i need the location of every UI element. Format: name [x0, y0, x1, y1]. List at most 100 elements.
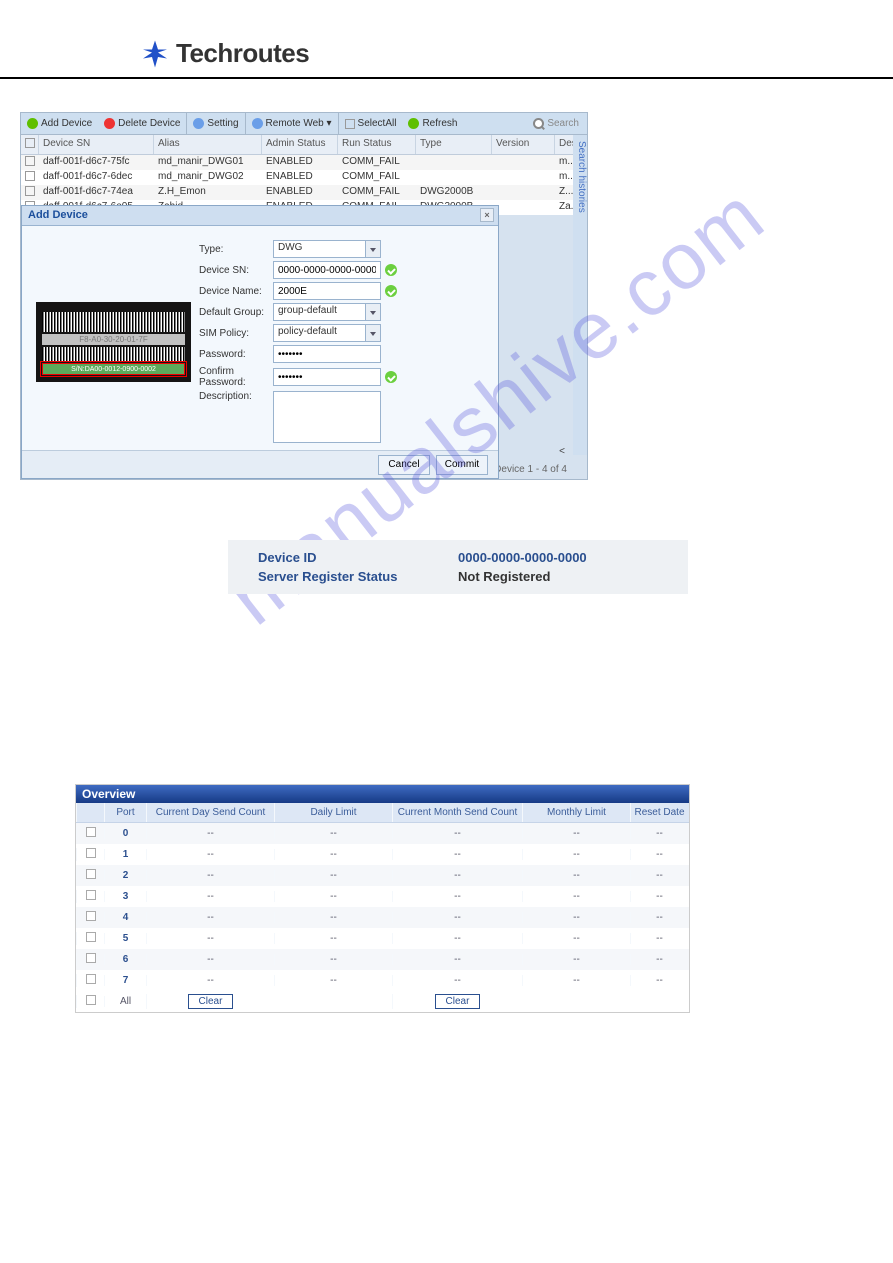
- cell-dlim: --: [274, 870, 392, 881]
- cell-mon: --: [392, 870, 522, 881]
- cell-dlim: --: [274, 912, 392, 923]
- dialog-buttons: Cancel Commit: [22, 450, 498, 478]
- row-checkbox[interactable]: [86, 848, 96, 858]
- cell-day: --: [146, 849, 274, 860]
- row-checkbox[interactable]: [86, 890, 96, 900]
- search-histories-tab[interactable]: Search histories: [573, 135, 587, 455]
- cell-mon: --: [392, 933, 522, 944]
- row-checkbox[interactable]: [25, 156, 35, 166]
- device-manager-window: Add Device Delete Device Setting Remote …: [20, 112, 588, 480]
- col-admin-status[interactable]: Admin Status: [262, 135, 338, 154]
- cell-reset: --: [630, 849, 688, 860]
- cell-dlim: --: [274, 891, 392, 902]
- row-checkbox[interactable]: [86, 869, 96, 879]
- overview-row: 1----------: [76, 844, 689, 865]
- cell-day: --: [146, 954, 274, 965]
- device-label-image: F8-A0-30-20-01-7F S/N:DA00-0012-0900-000…: [36, 302, 191, 382]
- overview-row: 5----------: [76, 928, 689, 949]
- overview-row: 2----------: [76, 865, 689, 886]
- checkbox-icon: [345, 119, 355, 129]
- cell-dlim: --: [274, 975, 392, 986]
- commit-button[interactable]: Commit: [436, 455, 488, 475]
- brand-logo-icon: [140, 39, 170, 69]
- cell-port: 0: [104, 828, 146, 839]
- cell-mon: --: [392, 975, 522, 986]
- cell-reset: --: [630, 828, 688, 839]
- check-icon: [385, 264, 397, 276]
- dialog-form: Type:DWG Device SN: Device Name: Default…: [199, 240, 484, 446]
- globe-icon: [252, 118, 263, 129]
- barcode-line1: F8-A0-30-20-01-7F: [42, 334, 185, 345]
- page-header: Techroutes: [0, 0, 893, 79]
- row-checkbox[interactable]: [25, 171, 35, 181]
- password-input[interactable]: [273, 345, 381, 363]
- cell-type: [416, 170, 492, 185]
- cell-day: --: [146, 933, 274, 944]
- clear-day-button[interactable]: Clear: [188, 994, 234, 1009]
- cancel-button[interactable]: Cancel: [378, 455, 430, 475]
- cell-sn: daff-001f-d6c7-75fc: [39, 155, 154, 170]
- cell-mon: --: [392, 954, 522, 965]
- row-checkbox[interactable]: [86, 827, 96, 837]
- cell-port: 1: [104, 849, 146, 860]
- device-sn-input[interactable]: [273, 261, 381, 279]
- confirm-password-input[interactable]: [273, 368, 381, 386]
- grid-row[interactable]: daff-001f-d6c7-74eaZ.H_EmonENABLEDCOMM_F…: [21, 185, 587, 200]
- cell-day: --: [146, 912, 274, 923]
- pager-arrow[interactable]: <: [559, 446, 565, 457]
- barcode-line2: S/N:DA00-0012-0900-0002: [42, 363, 185, 375]
- overview-title: Overview: [76, 785, 689, 803]
- row-checkbox[interactable]: [86, 953, 96, 963]
- refresh-icon: [408, 118, 419, 129]
- cell-mlim: --: [522, 933, 630, 944]
- row-checkbox[interactable]: [25, 186, 35, 196]
- cell-alias: Z.H_Emon: [154, 185, 262, 200]
- cell-day: --: [146, 975, 274, 986]
- sim-policy-select[interactable]: policy-default: [273, 324, 381, 342]
- clear-month-button[interactable]: Clear: [435, 994, 481, 1009]
- overview-row: 4----------: [76, 907, 689, 928]
- lab-sn: Device SN:: [199, 265, 273, 276]
- cell-admin: ENABLED: [262, 185, 338, 200]
- all-checkbox[interactable]: [86, 995, 96, 1005]
- search-area[interactable]: Search: [533, 118, 587, 129]
- add-device-button[interactable]: Add Device: [21, 113, 98, 134]
- col-device-sn[interactable]: Device SN: [39, 135, 154, 154]
- minus-icon: [104, 118, 115, 129]
- cell-reset: --: [630, 933, 688, 944]
- col-run-status[interactable]: Run Status: [338, 135, 416, 154]
- row-checkbox[interactable]: [86, 974, 96, 984]
- row-checkbox[interactable]: [86, 932, 96, 942]
- col-alias[interactable]: Alias: [154, 135, 262, 154]
- cell-port: 5: [104, 933, 146, 944]
- row-checkbox[interactable]: [86, 911, 96, 921]
- description-textarea[interactable]: [273, 391, 381, 443]
- cell-mlim: --: [522, 870, 630, 881]
- type-select[interactable]: DWG: [273, 240, 381, 258]
- close-icon[interactable]: ×: [480, 208, 494, 222]
- setting-button[interactable]: Setting: [187, 113, 244, 134]
- gear-icon: [193, 118, 204, 129]
- reg-status-value: Not Registered: [458, 569, 658, 584]
- cell-mlim: --: [522, 828, 630, 839]
- default-group-select[interactable]: group-default: [273, 303, 381, 321]
- col-version[interactable]: Version: [492, 135, 555, 154]
- delete-device-button[interactable]: Delete Device: [98, 113, 186, 134]
- cell-sn: daff-001f-d6c7-74ea: [39, 185, 154, 200]
- register-info-box: Device ID 0000-0000-0000-0000 Server Reg…: [228, 540, 688, 594]
- device-id-label: Device ID: [258, 550, 458, 565]
- device-id-value: 0000-0000-0000-0000: [458, 550, 658, 565]
- cell-ver: [492, 155, 555, 170]
- remote-web-button[interactable]: Remote Web ▾: [246, 113, 338, 134]
- grid-row[interactable]: daff-001f-d6c7-75fcmd_manir_DWG01ENABLED…: [21, 155, 587, 170]
- select-all-button[interactable]: SelectAll: [339, 113, 403, 134]
- header-checkbox[interactable]: [25, 138, 35, 148]
- cell-port: 4: [104, 912, 146, 923]
- cell-mlim: --: [522, 954, 630, 965]
- col-daily-limit: Daily Limit: [274, 803, 392, 822]
- device-name-input[interactable]: [273, 282, 381, 300]
- lab-pwd: Password:: [199, 349, 273, 360]
- refresh-button[interactable]: Refresh: [402, 113, 463, 134]
- grid-row[interactable]: daff-001f-d6c7-6decmd_manir_DWG02ENABLED…: [21, 170, 587, 185]
- col-type[interactable]: Type: [416, 135, 492, 154]
